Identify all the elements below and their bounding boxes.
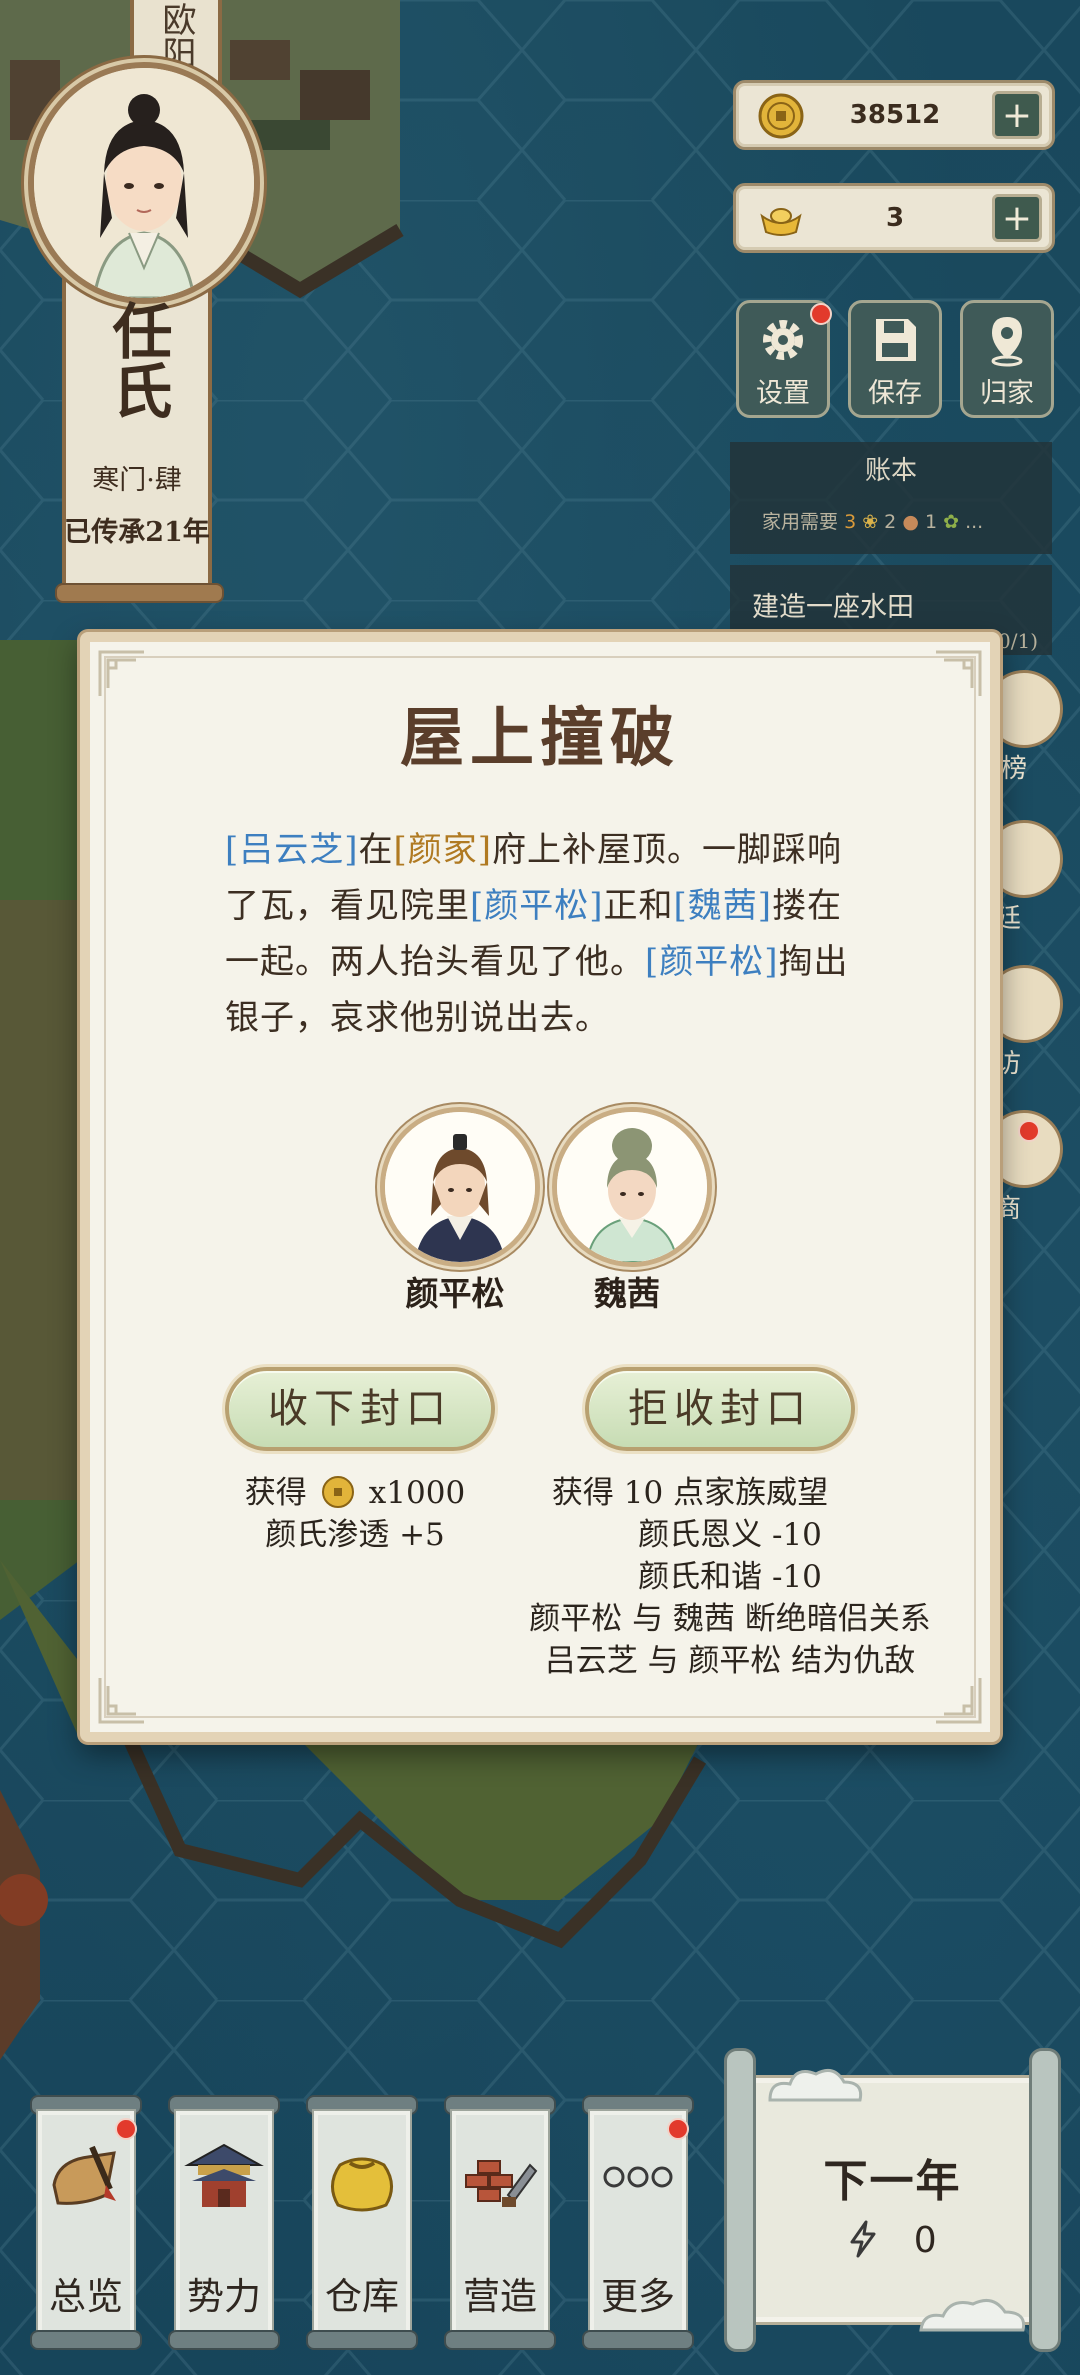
vegetable-icon: ✿	[943, 511, 960, 533]
character-name: 魏茜	[594, 1274, 660, 1313]
character-name-link[interactable]: [颜平松]	[470, 886, 604, 926]
character-name: 颜平松	[405, 1274, 505, 1313]
character-name-link[interactable]: [魏茜]	[674, 886, 773, 926]
more-notification-dot	[667, 2118, 689, 2140]
scroll-rod	[168, 2330, 280, 2350]
scroll-rod	[306, 2330, 418, 2350]
clan-name: 任氏	[62, 300, 212, 435]
character-avatar[interactable]	[380, 1107, 540, 1267]
energy-value: 0	[913, 2220, 937, 2261]
gold-ingot-icon	[760, 208, 802, 236]
task-title: 建造一座水田	[752, 592, 914, 623]
cloud-ornament-icon	[919, 2298, 1026, 2332]
character-name-link[interactable]: [吕云芝]	[225, 830, 359, 870]
character-avatar[interactable]	[552, 1107, 712, 1267]
coin-icon	[758, 93, 804, 139]
ledger-ellipsis: ...	[965, 511, 984, 533]
effect-line: 颜平松 与 魏茜 断绝暗侣关系	[529, 1601, 931, 1637]
coin-value: 38512	[849, 100, 941, 130]
effect-gain-text: 获得	[244, 1475, 307, 1511]
clan-generations: 已传承21年	[64, 517, 210, 548]
effect-line: 颜氏和谐 -10	[638, 1559, 822, 1595]
event-text-fragment: 在	[358, 830, 394, 870]
nav-label: 势力	[187, 2275, 261, 2318]
refuse-bribe-button[interactable]: 拒收封口	[585, 1367, 855, 1451]
overview-notification-dot	[115, 2118, 137, 2140]
family-name-link[interactable]: [颜家]	[394, 830, 493, 870]
build-icon	[465, 2160, 538, 2207]
overview-icon	[52, 2145, 116, 2205]
grain-icon: ❀	[862, 511, 879, 533]
cloud-ornament-icon	[768, 2068, 863, 2102]
ledger-needs-prefix: 家用需要	[762, 511, 839, 533]
clan-head-portrait[interactable]	[28, 62, 260, 304]
banner-rod	[55, 583, 224, 603]
refuse-effects: 获得 10 点家族威望 颜氏恩义 -10 颜氏和谐 -10 颜平松 与 魏茜 断…	[480, 1472, 980, 1682]
settings-label: 设置	[756, 378, 810, 409]
ledger-panel[interactable]: 账本 家用需要 3 ❀ 2 ● 1 ✿ ...	[730, 442, 1052, 554]
meat-icon: ●	[902, 511, 919, 533]
coin-icon	[321, 1476, 354, 1508]
effect-line: 吕云芝 与 颜平松 结为仇敌	[544, 1643, 916, 1679]
ledger-needs: 家用需要 3 ❀ 2 ● 1 ✿ ...	[762, 507, 1052, 534]
settings-notification-dot	[810, 303, 832, 325]
nav-label: 营造	[463, 2275, 537, 2318]
merchant-label: 商	[995, 1194, 1022, 1224]
merchant-notification-dot	[1018, 1120, 1040, 1142]
female-character-portrait-icon	[557, 1112, 707, 1262]
faction-icon	[184, 2143, 264, 2207]
coin-counter: 38512 +	[733, 80, 1055, 150]
effect-line: 颜氏恩义 -10	[638, 1517, 822, 1553]
energy-row: 0	[720, 2220, 1065, 2261]
ingot-counter: 3 +	[733, 183, 1055, 253]
gear-icon	[763, 320, 803, 360]
event-title: 屋上撞破	[400, 701, 680, 776]
scroll-rod	[444, 2330, 556, 2350]
male-character-portrait-icon	[385, 1112, 535, 1262]
visit-label: 访	[995, 1049, 1022, 1079]
corner-ornament-icon	[98, 1678, 144, 1724]
nav-storage[interactable]: 仓库	[306, 2095, 418, 2350]
clan-head-avatar-icon	[34, 68, 254, 298]
more-icon	[603, 2166, 673, 2188]
lightning-icon	[850, 2220, 876, 2258]
scroll-rod	[582, 2330, 694, 2350]
save-button[interactable]: 保存	[848, 300, 942, 418]
next-year-label: 下一年	[823, 2156, 962, 2207]
need-grain-count: 3	[844, 511, 857, 533]
character-name-link[interactable]: [颜平松]	[645, 942, 779, 982]
accept-bribe-button[interactable]: 收下封口	[225, 1367, 495, 1451]
map-pin-icon	[991, 317, 1023, 367]
add-ingots-button[interactable]: +	[992, 194, 1042, 242]
clan-rank: 寒门·肆	[92, 465, 182, 496]
need-vegetable-count: 1	[924, 511, 938, 533]
storage-icon	[331, 2157, 393, 2212]
scroll-rod	[30, 2330, 142, 2350]
home-label: 归家	[980, 378, 1034, 409]
save-label: 保存	[868, 378, 922, 409]
event-dialog: 屋上撞破 [吕云芝]在[颜家]府上补屋顶。一脚踩响了瓦，看见院里[颜平松]正和[…	[80, 632, 1000, 1742]
nav-label: 更多	[601, 2275, 675, 2318]
home-button[interactable]: 归家	[960, 300, 1054, 418]
nav-faction[interactable]: 势力	[168, 2095, 280, 2350]
event-text-fragment: 正和	[603, 886, 674, 926]
nav-label: 仓库	[325, 2275, 399, 2318]
need-meat-count: 2	[884, 511, 897, 533]
ingot-value: 3	[885, 203, 905, 233]
effect-line: 获得 10 点家族威望	[551, 1475, 829, 1511]
nav-build[interactable]: 营造	[444, 2095, 556, 2350]
court-label: 廷	[995, 904, 1022, 934]
floppy-disk-icon	[876, 319, 916, 361]
clan-name-text: 任氏	[102, 300, 172, 420]
event-description: [吕云芝]在[颜家]府上补屋顶。一脚踩响了瓦，看见院里[颜平松]正和[魏茜]搂在…	[225, 822, 855, 1046]
next-year-button[interactable]: 下一年 0	[720, 2040, 1065, 2360]
effect-line: 颜氏渗透 +5	[265, 1517, 445, 1553]
nav-label: 总览	[49, 2275, 123, 2318]
ledger-title: 账本	[864, 456, 917, 486]
add-coins-button[interactable]: +	[992, 91, 1042, 139]
